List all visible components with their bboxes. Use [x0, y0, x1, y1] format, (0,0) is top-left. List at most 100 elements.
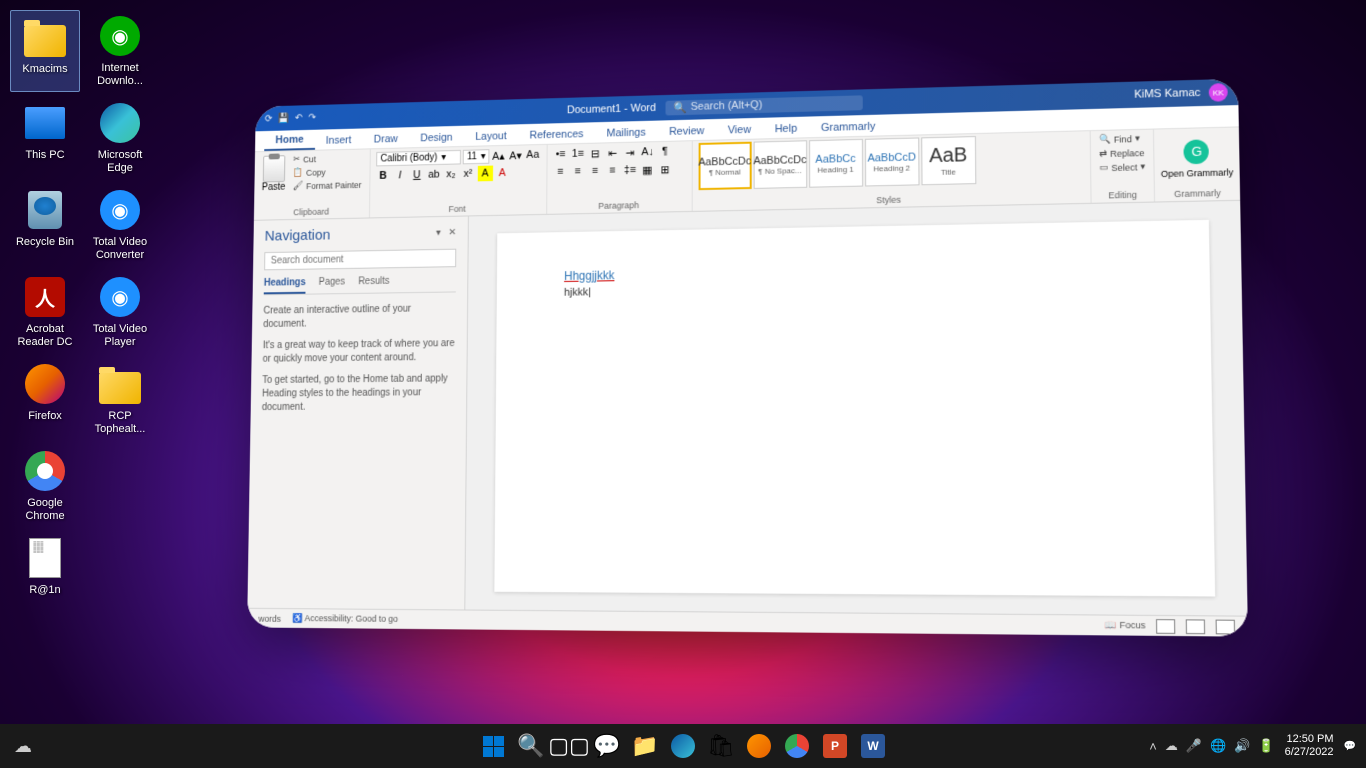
show-marks-icon[interactable]: ¶: [657, 144, 673, 160]
chrome-taskbar-icon[interactable]: [781, 730, 813, 762]
select-button[interactable]: ▭ Select ▾: [1097, 160, 1147, 174]
font-color-button[interactable]: A: [494, 165, 509, 181]
sort-icon[interactable]: A↓: [640, 144, 656, 160]
underline-button[interactable]: U: [409, 167, 424, 183]
tab-mailings[interactable]: Mailings: [595, 124, 657, 143]
recycle-bin[interactable]: Recycle Bin: [10, 184, 80, 266]
print-layout-icon[interactable]: [1186, 619, 1205, 634]
total-video-player[interactable]: ◉Total Video Player: [85, 271, 155, 353]
autosave-icon[interactable]: ⟳: [265, 113, 273, 124]
styles-gallery[interactable]: AaBbCcDc¶ NormalAaBbCcDc¶ No Spac...AaBb…: [698, 133, 1084, 190]
shading-icon[interactable]: ▦: [640, 162, 656, 178]
undo-icon[interactable]: ↶: [295, 112, 303, 123]
tab-draw[interactable]: Draw: [362, 130, 409, 148]
firefox[interactable]: Firefox: [10, 358, 80, 440]
align-right-icon[interactable]: ≡: [587, 163, 603, 179]
cut-button[interactable]: ✂ Cut: [291, 151, 364, 165]
word-count[interactable]: words: [258, 613, 281, 623]
focus-mode[interactable]: 📖 Focus: [1105, 620, 1146, 632]
rcp-folder[interactable]: RCP Tophealt...: [85, 358, 155, 440]
edge-taskbar-icon[interactable]: [667, 730, 699, 762]
web-layout-icon[interactable]: [1216, 619, 1236, 634]
highlight-button[interactable]: A: [477, 166, 492, 182]
nav-tab-pages[interactable]: Pages: [318, 277, 345, 294]
tab-home[interactable]: Home: [264, 131, 315, 151]
decrease-indent-icon[interactable]: ⇤: [605, 145, 621, 161]
align-center-icon[interactable]: ≡: [570, 163, 585, 179]
bold-button[interactable]: B: [376, 168, 391, 184]
file-explorer-icon[interactable]: 📁: [629, 730, 661, 762]
read-mode-icon[interactable]: [1156, 619, 1175, 634]
edge[interactable]: Microsoft Edge: [85, 97, 155, 179]
bullets-icon[interactable]: •≡: [553, 146, 568, 162]
accessibility-status[interactable]: ♿ Accessibility: Good to go: [292, 613, 398, 625]
align-left-icon[interactable]: ≡: [553, 164, 568, 180]
grammarly-icon[interactable]: G: [1184, 139, 1210, 164]
system-clock[interactable]: 12:50 PM 6/27/2022: [1285, 733, 1334, 759]
nav-tab-results[interactable]: Results: [358, 276, 390, 293]
acrobat[interactable]: 人Acrobat Reader DC: [10, 271, 80, 353]
nav-search-input[interactable]: [264, 249, 456, 271]
style-title[interactable]: AaBTitle: [921, 136, 976, 185]
tray-chevron-icon[interactable]: ˄: [1149, 739, 1157, 754]
tab-grammarly[interactable]: Grammarly: [809, 117, 887, 137]
weather-widget[interactable]: ☁: [14, 736, 32, 757]
teams-icon[interactable]: 💬: [591, 730, 623, 762]
font-size-select[interactable]: 11 ▾: [462, 149, 489, 164]
tab-view[interactable]: View: [716, 121, 763, 140]
user-name[interactable]: KiMS Kamac: [1134, 87, 1200, 101]
increase-indent-icon[interactable]: ⇥: [622, 145, 638, 161]
redo-icon[interactable]: ↷: [308, 112, 316, 123]
find-button[interactable]: 🔍 Find ▾: [1097, 132, 1147, 146]
volume-icon[interactable]: 🔊: [1234, 738, 1250, 754]
decrease-font-icon[interactable]: A▾: [508, 147, 523, 163]
network-icon[interactable]: 🌐: [1210, 738, 1226, 754]
multilevel-icon[interactable]: ⊟: [587, 145, 603, 161]
nav-dropdown-icon[interactable]: ▾: [436, 228, 441, 239]
nav-tab-headings[interactable]: Headings: [264, 277, 306, 294]
user-avatar[interactable]: KK: [1209, 83, 1228, 102]
format-painter-button[interactable]: 🖌 Format Painter: [291, 178, 364, 192]
style-heading-2[interactable]: AaBbCcDHeading 2: [864, 137, 919, 186]
word-taskbar-icon[interactable]: W: [857, 730, 889, 762]
save-icon[interactable]: 💾: [278, 113, 290, 124]
tab-insert[interactable]: Insert: [315, 131, 363, 149]
r-at-1n[interactable]: ≡≡≡≡≡≡≡≡≡R@1n: [10, 532, 80, 614]
tab-review[interactable]: Review: [657, 122, 716, 141]
justify-icon[interactable]: ≡: [605, 163, 621, 179]
this-pc[interactable]: This PC: [10, 97, 80, 179]
style-heading-1[interactable]: AaBbCcHeading 1: [809, 139, 863, 188]
tab-help[interactable]: Help: [763, 119, 809, 138]
style---no-spac---[interactable]: AaBbCcDc¶ No Spac...: [753, 140, 807, 189]
superscript-button[interactable]: x²: [460, 166, 475, 182]
powerpoint-icon[interactable]: P: [819, 730, 851, 762]
tab-references[interactable]: References: [518, 125, 595, 144]
tab-layout[interactable]: Layout: [464, 127, 518, 146]
numbering-icon[interactable]: 1≡: [570, 146, 585, 162]
increase-font-icon[interactable]: A▴: [491, 148, 506, 164]
font-family-select[interactable]: Calibri (Body) ▾: [376, 149, 461, 166]
italic-button[interactable]: I: [392, 168, 407, 184]
change-case-icon[interactable]: Aa: [525, 147, 540, 163]
paste-button[interactable]: Paste: [260, 153, 288, 195]
kmacims-folder[interactable]: Kmacims: [10, 10, 80, 92]
borders-icon[interactable]: ⊞: [657, 161, 673, 177]
start-button[interactable]: [477, 730, 509, 762]
notifications-icon[interactable]: 💬: [1344, 741, 1356, 752]
document-area[interactable]: Hhggjjkkk hjkkk|: [465, 201, 1247, 616]
idm[interactable]: ◉Internet Downlo...: [85, 10, 155, 92]
style---normal[interactable]: AaBbCcDc¶ Normal: [698, 142, 751, 190]
subscript-button[interactable]: x₂: [443, 166, 458, 182]
line-spacing-icon[interactable]: ‡≡: [622, 162, 638, 178]
microphone-icon[interactable]: 🎤: [1186, 738, 1202, 754]
task-view-button[interactable]: ▢▢: [553, 730, 585, 762]
store-icon[interactable]: 🛍: [705, 730, 737, 762]
onedrive-icon[interactable]: ☁: [1165, 738, 1178, 754]
tab-design[interactable]: Design: [409, 129, 464, 148]
battery-icon[interactable]: 🔋: [1258, 738, 1274, 754]
strikethrough-button[interactable]: ab: [426, 167, 441, 183]
firefox-taskbar-icon[interactable]: [743, 730, 775, 762]
total-video-converter[interactable]: ◉Total Video Converter: [85, 184, 155, 266]
title-search[interactable]: 🔍 Search (Alt+Q): [666, 95, 863, 115]
search-button[interactable]: 🔍: [515, 730, 547, 762]
